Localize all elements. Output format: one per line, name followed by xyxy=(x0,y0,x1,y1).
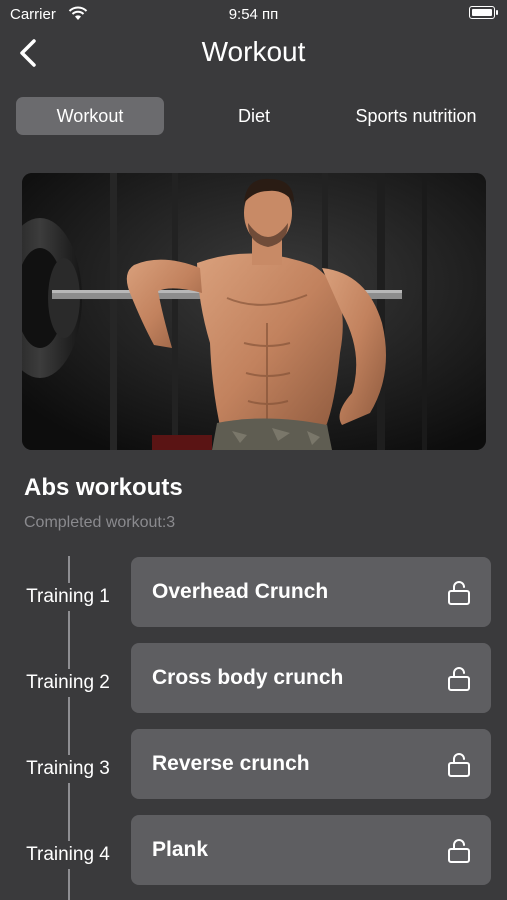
unlock-icon xyxy=(448,839,470,863)
category-tabs: Workout Diet Sports nutrition xyxy=(16,97,496,135)
status-bar: Carrier 9:54 пп xyxy=(0,0,507,30)
athlete-photo xyxy=(22,173,486,450)
training-card[interactable]: Cross body crunch xyxy=(131,643,491,713)
completed-count: Completed workout:3 xyxy=(24,514,176,531)
nav-bar: Workout xyxy=(0,30,507,76)
training-day-label: Training 3 xyxy=(12,755,124,783)
hero-image xyxy=(22,173,486,450)
tab-sports-nutrition[interactable]: Sports nutrition xyxy=(336,97,496,135)
tab-workout[interactable]: Workout xyxy=(16,97,164,135)
training-title: Plank xyxy=(152,838,209,861)
unlock-icon xyxy=(448,581,470,605)
unlock-icon xyxy=(448,667,470,691)
section-title: Abs workouts xyxy=(24,474,183,501)
training-day-label: Training 4 xyxy=(12,841,124,869)
back-button[interactable] xyxy=(14,36,46,70)
status-time: 9:54 пп xyxy=(228,6,279,23)
battery-icon xyxy=(469,6,498,19)
page-title: Workout xyxy=(201,36,306,67)
training-card[interactable]: Reverse crunch xyxy=(131,729,491,799)
tab-diet[interactable]: Diet xyxy=(204,97,304,135)
training-title: Overhead Crunch xyxy=(152,580,329,603)
training-card[interactable]: Overhead Crunch xyxy=(131,557,491,627)
training-title: Reverse crunch xyxy=(152,752,310,775)
training-title: Cross body crunch xyxy=(152,666,344,689)
training-card[interactable]: Plank xyxy=(131,815,491,885)
unlock-icon xyxy=(448,753,470,777)
training-day-label: Training 2 xyxy=(12,669,124,697)
chevron-left-icon xyxy=(20,39,36,67)
training-day-label: Training 1 xyxy=(12,583,124,611)
